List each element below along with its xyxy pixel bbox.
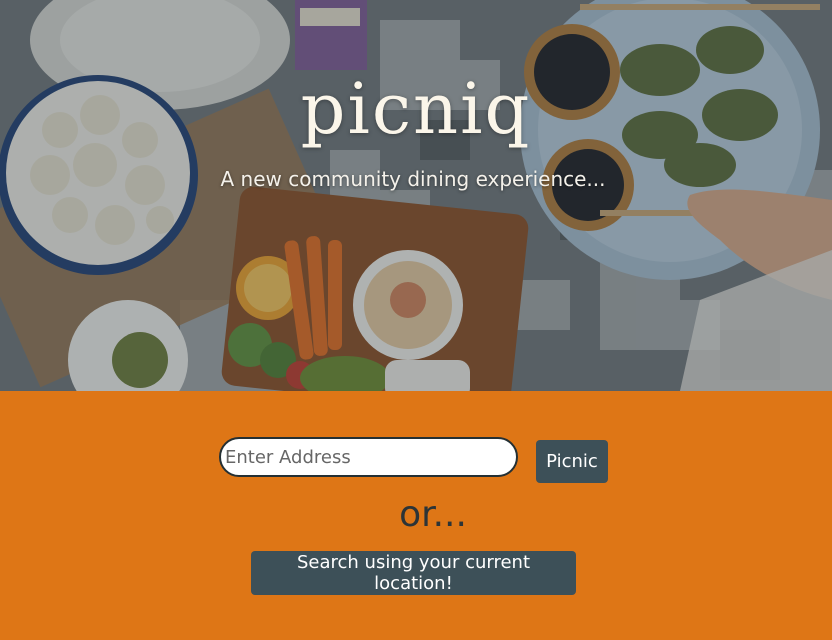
- hero-banner: picniq A new community dining experience…: [0, 0, 832, 391]
- or-divider-text: or...: [399, 494, 467, 535]
- current-location-button[interactable]: Search using your current location!: [251, 551, 576, 595]
- page-title: picniq: [300, 68, 532, 150]
- picnic-button[interactable]: Picnic: [536, 440, 608, 483]
- address-input[interactable]: [219, 437, 518, 477]
- hero-background-photo: [0, 0, 832, 391]
- page-subtitle: A new community dining experience...: [220, 167, 606, 191]
